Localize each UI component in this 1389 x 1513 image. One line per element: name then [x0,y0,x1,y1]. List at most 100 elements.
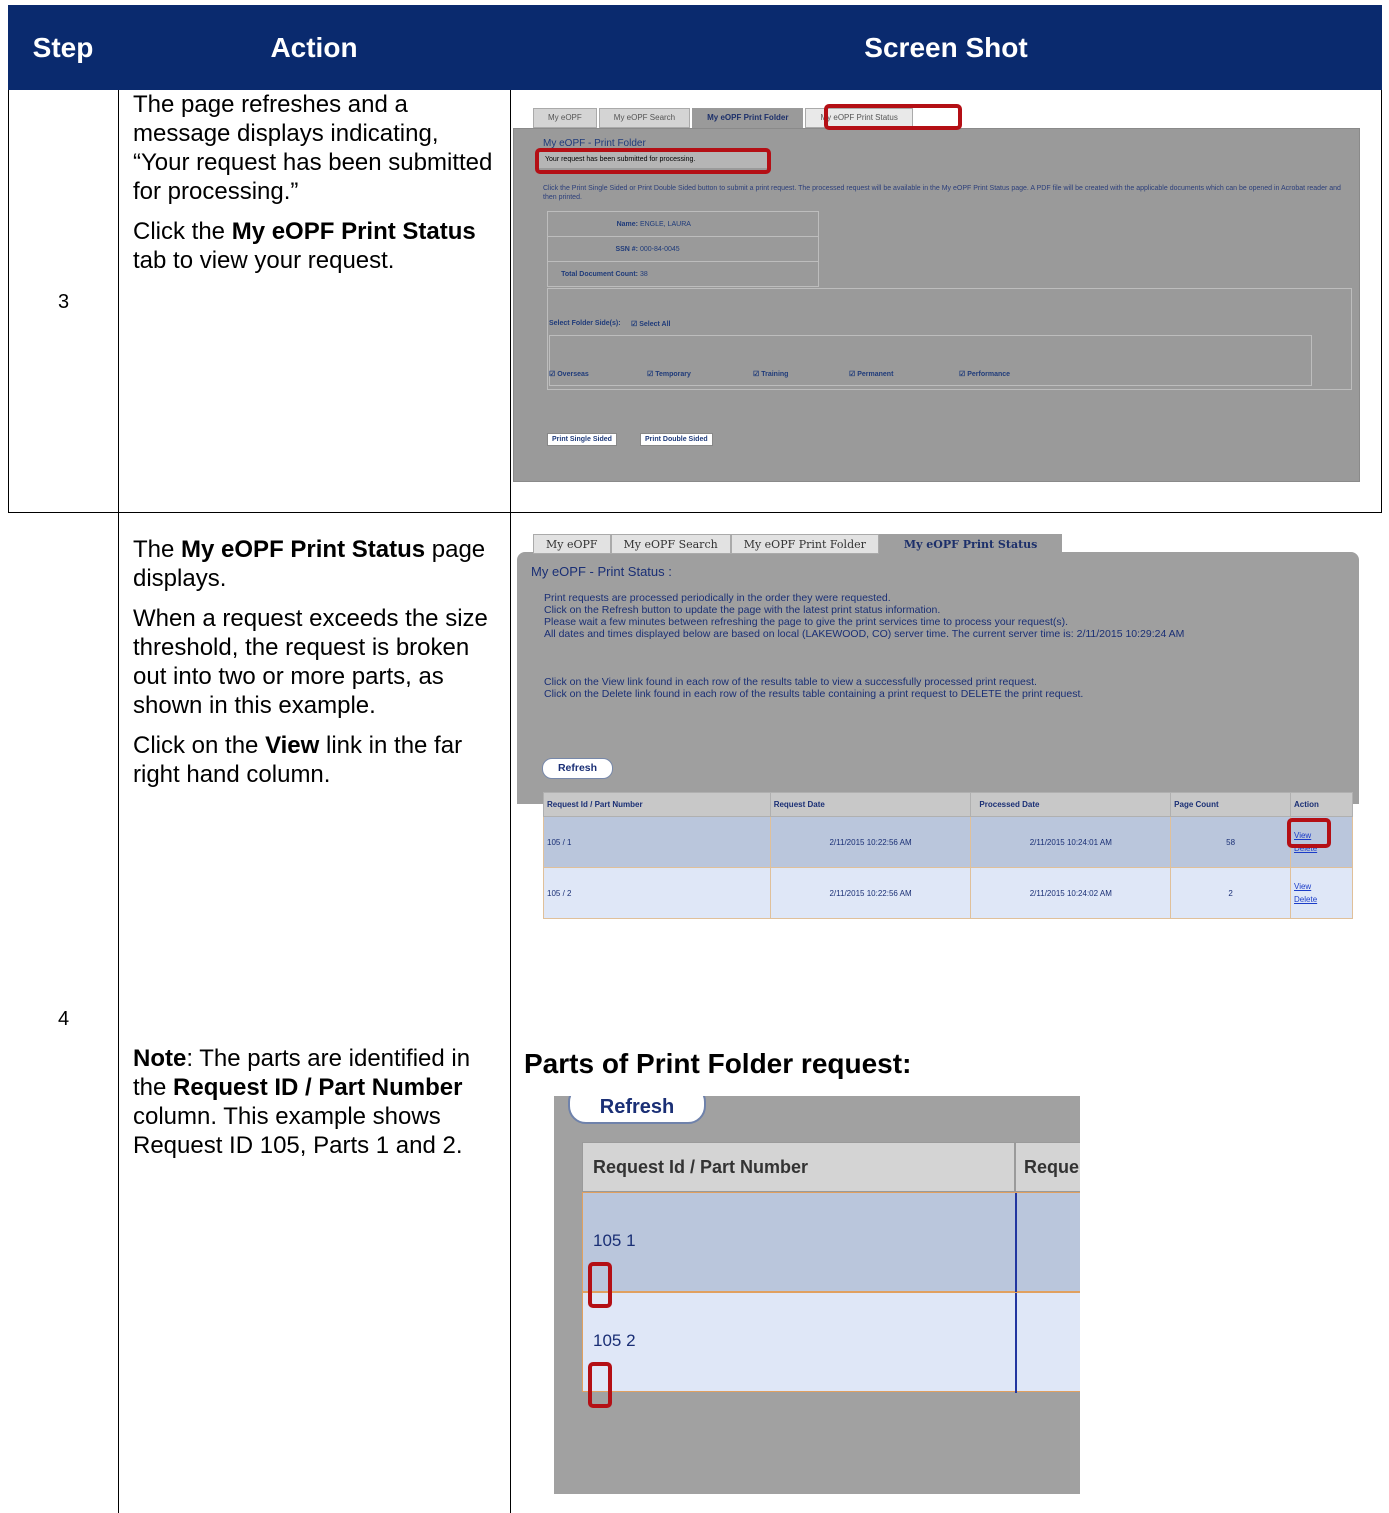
column-separator [1015,1193,1017,1293]
tab-bar: My eOPF My eOPF Search My eOPF Print Fol… [533,534,1063,554]
instructions-text: Click the Print Single Sided or Print Do… [543,185,1341,201]
table-header: Step Action Screen Shot [8,5,1382,90]
tab-my-eopf-print-status[interactable]: My eOPF Print Status [878,534,1063,554]
grid-line [1381,90,1382,513]
action-paragraph: Click on the View link in the far right … [133,731,508,789]
grid-line [8,512,1382,513]
name-label: Name: [616,220,638,228]
info-line: Click on the Delete link found in each r… [544,688,1084,700]
view-link[interactable]: View [1294,882,1352,891]
info-line: Print requests are processed periodicall… [544,592,891,604]
text: column. This example shows Request ID 10… [133,1103,463,1159]
refresh-button[interactable]: Refresh [542,758,613,779]
highlight-box [1287,818,1331,848]
employee-info: Name: ENGLE, LAURA SSN #: 000-84-0045 To… [547,211,819,287]
status-table-wrap: Request Id / Part Number Request Date Pr… [543,792,1353,919]
folder-sides [549,335,1312,386]
step-number: 3 [58,291,70,313]
id-text: 105 [593,1231,622,1250]
status-table: Request Id / Part Number Request Date Pr… [543,792,1353,919]
highlight-box [824,104,962,130]
name-row: Name: ENGLE, LAURA [548,212,818,237]
cell-request-id: 105 / 1 [543,816,771,868]
tab-my-eopf-search[interactable]: My eOPF Search [598,108,691,128]
side-label: Training [761,371,789,378]
page-title: My eOPF - Print Status : [531,564,672,579]
cell-processed-date: 2/11/2015 10:24:02 AM [970,867,1172,919]
header-step: Step [32,31,94,63]
refresh-button[interactable]: Refresh [568,1096,706,1124]
col-request-date[interactable]: Reque [1015,1142,1080,1192]
note-paragraph: Note: The parts are identified in the Re… [133,1044,498,1160]
performance-checkbox[interactable]: ☑ Performance [959,370,1010,378]
tab-my-eopf[interactable]: My eOPF [533,534,611,554]
request-id: 105 1 [593,1231,636,1251]
tab-my-eopf-print-folder[interactable]: My eOPF Print Folder [730,534,879,554]
text: Click on the [133,732,266,759]
permanent-checkbox[interactable]: ☑ Permanent [849,370,893,378]
cell-request-date: 2/11/2015 10:22:56 AM [769,867,972,919]
ssn-label: SSN #: [615,245,638,253]
highlight-box [588,1362,612,1408]
text: Click the [133,218,232,245]
table-row: 105 2 [582,1292,1080,1393]
col-request-id[interactable]: Request Id / Part Number [543,792,771,817]
col-processed-date[interactable]: Processed Date [970,792,1172,817]
screenshot-print-status: My eOPF My eOPF Search My eOPF Print Fol… [517,534,1359,804]
select-all-checkbox[interactable]: ☑ Select All [631,320,671,328]
info-line: All dates and times displayed below are … [544,628,1185,640]
cell-page-count: 2 [1170,867,1292,919]
training-checkbox[interactable]: ☑ Training [753,370,788,378]
action-paragraph: When a request exceeds the size threshol… [133,605,488,719]
header-screenshot: Screen Shot [864,31,1028,63]
temporary-checkbox[interactable]: ☑ Temporary [647,370,691,378]
id-text: 105 [593,1331,622,1350]
tab-my-eopf-print-folder[interactable]: My eOPF Print Folder [692,108,804,128]
step-number: 4 [58,1008,70,1030]
col-request-date[interactable]: Request Date [769,792,972,817]
print-double-sided-button[interactable]: Print Double Sided [640,433,713,446]
table-row: 105 / 2 2/11/2015 10:22:56 AM 2/11/2015 … [543,867,1353,919]
info-line: Please wait a few minutes between refres… [544,616,1069,628]
caption: Parts of Print Folder request: [524,1048,912,1079]
col-page-count[interactable]: Page Count [1170,792,1292,817]
col-request-id[interactable]: Request Id / Part Number [582,1142,1015,1192]
bold-text: My eOPF Print Status [231,218,476,245]
info-line: Click on the View link found in each row… [544,676,1037,688]
tab-my-eopf-search[interactable]: My eOPF Search [610,534,731,554]
side-label: Overseas [557,371,589,378]
name-value: ENGLE, LAURA [639,220,691,228]
action-paragraph: The page refreshes and a message display… [133,91,493,205]
select-folder-label: Select Folder Side(s): [549,320,621,327]
count-row: Total Document Count: 38 [548,262,818,287]
part-number: 1 [626,1231,636,1250]
side-label: Permanent [857,371,894,378]
action-paragraph: Click the My eOPF Print Status tab to vi… [133,217,493,275]
count-value: 38 [639,271,648,278]
highlight-box [588,1262,612,1308]
header-action: Action [270,31,358,63]
action-paragraph: The My eOPF Print Status page displays. [133,535,508,593]
bold-text: My eOPF Print Status [181,536,426,563]
column-separator [1015,1293,1017,1393]
print-single-sided-button[interactable]: Print Single Sided [547,433,617,446]
cell-processed-date: 2/11/2015 10:24:01 AM [970,816,1172,868]
overseas-checkbox[interactable]: ☑ Overseas [549,370,589,378]
cell-request-id: 105 / 2 [543,867,771,919]
note-label: Note [133,1045,187,1072]
tab-my-eopf[interactable]: My eOPF [533,108,597,128]
side-label: Performance [967,371,1011,378]
cell-request-date: 2/11/2015 10:22:56 AM [769,816,972,868]
cell-page-count: 58 [1170,816,1292,868]
count-label: Total Document Count: [561,271,638,278]
grid-line [8,90,9,513]
bold-text: Request ID / Part Number [173,1074,463,1101]
delete-link[interactable]: Delete [1294,895,1352,904]
text: tab to view your request. [133,247,395,274]
note-text: Note: The parts are identified in the Re… [133,1044,498,1171]
table-row: 105 1 [582,1192,1080,1293]
text: The [133,536,182,563]
grid-line [118,90,119,1513]
side-label: Temporary [655,371,691,378]
table-header-row: Request Id / Part Number Request Date Pr… [543,792,1353,817]
